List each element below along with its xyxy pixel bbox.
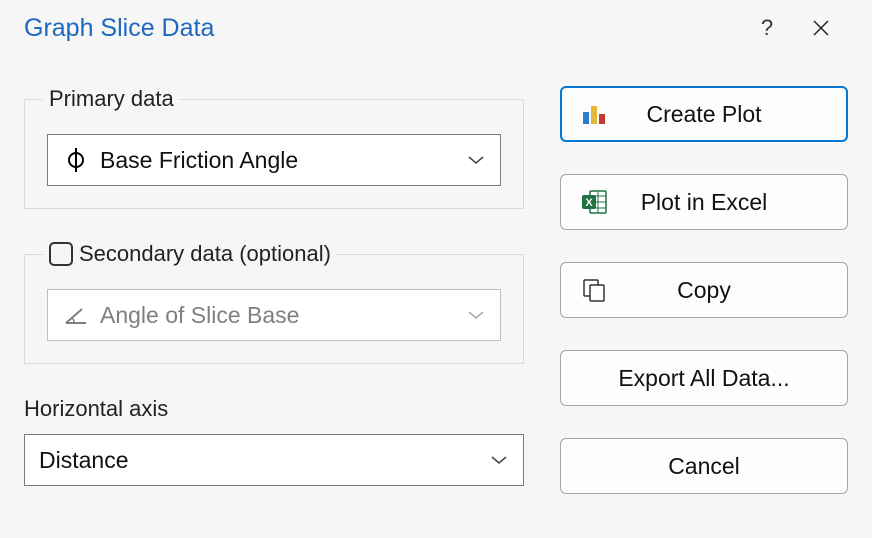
horizontal-axis-dropdown[interactable]: Distance [24,434,524,486]
copy-button[interactable]: Copy [560,262,848,318]
horizontal-axis-label: Horizontal axis [24,396,524,422]
plot-in-excel-label: Plot in Excel [579,189,829,216]
cancel-label: Cancel [579,453,829,480]
bar-chart-icon [580,99,610,129]
primary-data-dropdown[interactable]: Base Friction Angle [47,134,501,186]
chevron-down-icon [466,305,486,325]
horizontal-axis-value: Distance [39,447,128,474]
secondary-data-value: Angle of Slice Base [100,302,299,329]
copy-label: Copy [579,277,829,304]
phi-icon [62,147,90,173]
chevron-down-icon [489,450,509,470]
plot-in-excel-button[interactable]: X Plot in Excel [560,174,848,230]
export-all-data-button[interactable]: Export All Data... [560,350,848,406]
copy-icon [579,275,609,305]
create-plot-button[interactable]: Create Plot [560,86,848,142]
angle-icon [62,305,90,325]
close-icon [812,19,830,37]
primary-data-legend: Primary data [43,86,180,112]
create-plot-label: Create Plot [580,101,828,128]
primary-data-group: Primary data Base Friction Angle [24,86,524,209]
secondary-data-group: Secondary data (optional) Angle of Slice… [24,241,524,364]
cancel-button[interactable]: Cancel [560,438,848,494]
secondary-data-legend-text: Secondary data (optional) [79,241,331,267]
close-button[interactable] [794,8,848,48]
primary-data-value: Base Friction Angle [100,147,298,174]
secondary-data-dropdown: Angle of Slice Base [47,289,501,341]
help-button[interactable]: ? [740,8,794,48]
svg-text:X: X [585,197,593,209]
chevron-down-icon [466,150,486,170]
horizontal-axis-group: Horizontal axis Distance [24,396,524,486]
secondary-data-legend: Secondary data (optional) [43,241,337,267]
export-all-data-label: Export All Data... [579,365,829,392]
title-bar: Graph Slice Data ? [0,0,872,56]
window-title: Graph Slice Data [24,14,740,43]
excel-icon: X [579,187,609,217]
secondary-data-checkbox[interactable] [49,242,73,266]
